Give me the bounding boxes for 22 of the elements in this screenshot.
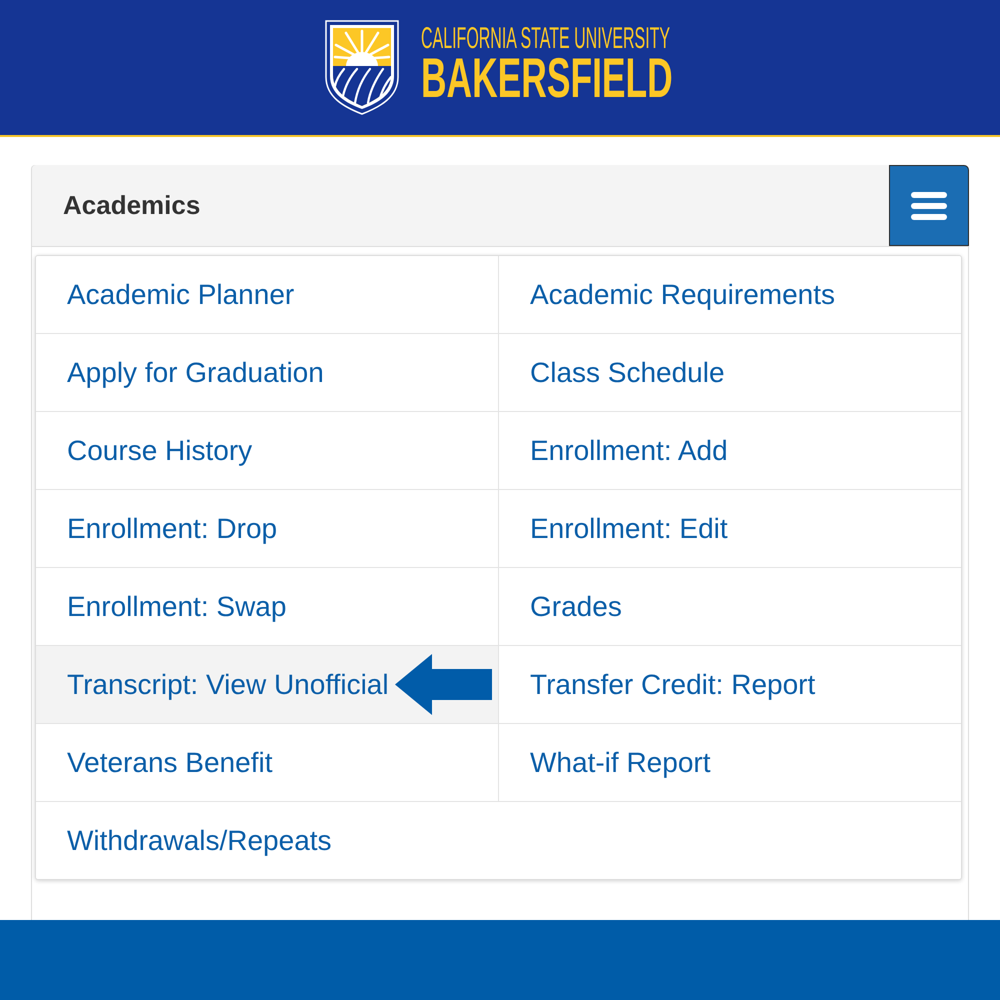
menu-link[interactable]: Academic Requirements (499, 256, 961, 333)
menu-link[interactable]: Transfer Credit: Report (499, 646, 961, 723)
menu-link[interactable]: Veterans Benefit (36, 724, 498, 801)
menu-link[interactable]: Transcript: View Unofficial (36, 646, 498, 723)
campus-name: BAKERSFIELD (420, 53, 672, 103)
menu-icon (911, 192, 947, 220)
menu-link[interactable]: Enrollment: Drop (36, 490, 498, 567)
panel-title: Academics (63, 190, 200, 221)
menu-link[interactable]: What-if Report (499, 724, 961, 801)
menu-link[interactable]: Enrollment: Edit (499, 490, 961, 567)
menu-link[interactable]: Grades (499, 568, 961, 645)
menu-link[interactable]: Class Schedule (499, 334, 961, 411)
menu-link[interactable]: Apply for Graduation (36, 334, 498, 411)
menu-link[interactable]: Course History (36, 412, 498, 489)
left-arrow-icon (394, 654, 492, 715)
menu-link[interactable]: Academic Planner (36, 256, 498, 333)
menu-button[interactable] (889, 165, 969, 246)
menu-link[interactable]: Enrollment: Add (499, 412, 961, 489)
menu-link[interactable]: Withdrawals/Repeats (36, 802, 961, 879)
menu-link[interactable]: Enrollment: Swap (36, 568, 498, 645)
sun-shield-icon (324, 19, 400, 115)
university-name: CALIFORNIA STATE UNIVERSITY (420, 23, 670, 55)
